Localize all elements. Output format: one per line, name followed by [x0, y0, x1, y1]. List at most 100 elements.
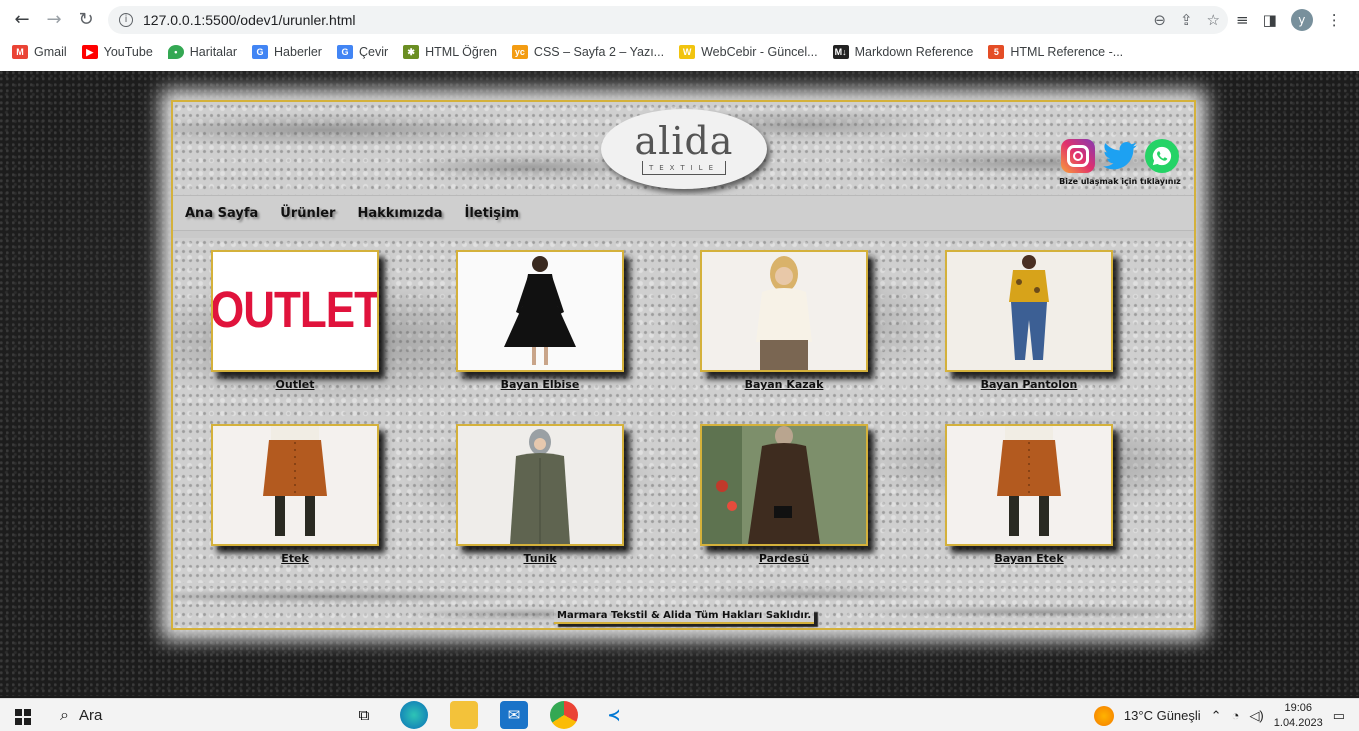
back-arrow-icon[interactable]: ←	[6, 3, 38, 35]
product-link-bayan-elbise[interactable]: Bayan Elbise	[501, 378, 580, 391]
social-caption: Bize ulaşmak için tıklayınız	[1059, 177, 1181, 186]
clock-time: 19:06	[1284, 701, 1312, 714]
site-footer: Marmara Tekstil & Alida Tüm Hakları Sakl…	[173, 583, 1194, 628]
product-card-bayan-elbise[interactable]: Bayan Elbise	[456, 250, 624, 392]
product-link-bayan-pantolon[interactable]: Bayan Pantolon	[981, 378, 1078, 391]
product-link-bayan-kazak[interactable]: Bayan Kazak	[745, 378, 824, 391]
taskbar-search-label: Ara	[78, 707, 103, 724]
bookmark-markdown[interactable]: M↓ Markdown Reference	[832, 45, 973, 59]
product-card-bayan-pantolon[interactable]: Bayan Pantolon	[945, 250, 1113, 392]
browser-chrome: ← → ↻ i 127.0.0.1:5500/odev1/urunler.htm…	[0, 0, 1359, 71]
twitter-icon[interactable]	[1103, 139, 1137, 173]
product-link-bayan-etek[interactable]: Bayan Etek	[994, 552, 1063, 565]
url-text[interactable]: 127.0.0.1:5500/odev1/urunler.html	[143, 12, 356, 28]
product-image-tunik[interactable]	[456, 424, 624, 546]
product-image-bayan-etek[interactable]	[945, 424, 1113, 546]
markdown-icon: M↓	[832, 45, 849, 59]
address-bar[interactable]: i 127.0.0.1:5500/odev1/urunler.html ⊖ ⇪ …	[108, 6, 1228, 34]
cream-sweater-image	[702, 252, 866, 370]
taskbar-apps: ⧉ ✉ ≺	[350, 701, 628, 729]
logo-subtitle: TEXTILE	[641, 161, 727, 175]
nav-link-hakkimizda[interactable]: Hakkımızda	[357, 206, 442, 221]
nav-link-iletisim[interactable]: İletişim	[464, 206, 519, 221]
clock[interactable]: 19:06 1.04.2023	[1274, 701, 1323, 731]
bookmark-news[interactable]: G Haberler	[252, 45, 322, 59]
bookmark-maps[interactable]: • Haritalar	[167, 45, 237, 59]
bookmark-youtube[interactable]: ▶ YouTube	[81, 45, 153, 59]
windows-taskbar: ⌕ Ara ⧉ ✉ ≺ 13°C Güneşli ⌃ ◔ ◁) 19:06 1.…	[0, 698, 1359, 731]
product-link-outlet[interactable]: Outlet	[276, 378, 315, 391]
product-image-etek[interactable]	[211, 424, 379, 546]
site-header: alida TEXTILE Bize ulaşmak için tıklayın…	[173, 102, 1194, 195]
taskbar-search[interactable]: ⌕ Ara	[60, 699, 102, 731]
instagram-icon[interactable]	[1061, 139, 1095, 173]
clock-date: 1.04.2023	[1273, 716, 1323, 729]
tray-chevron-icon[interactable]: ⌃	[1211, 708, 1222, 724]
whatsapp-icon[interactable]	[1145, 139, 1179, 173]
menu-kebab-icon[interactable]: ⋮	[1327, 11, 1342, 29]
weather-sun-icon	[1093, 705, 1114, 726]
product-card-pardesu[interactable]: Pardesü	[700, 424, 868, 566]
blue-jeans-image	[947, 252, 1111, 370]
black-dress-image	[458, 252, 622, 370]
volume-icon[interactable]: ◁)	[1249, 708, 1263, 724]
bookmark-html-ogren[interactable]: ✱ HTML Öğren	[403, 45, 497, 59]
bookmark-html-reference[interactable]: 5 HTML Reference -...	[988, 45, 1123, 59]
main-nav: Ana Sayfa Ürünler Hakkımızda İletişim	[173, 195, 1194, 231]
edge-icon[interactable]	[400, 701, 428, 729]
product-grid: OUTLET Outlet Bayan Elbise Bayan Kazak B…	[173, 238, 1194, 583]
network-icon[interactable]: ◔	[1232, 708, 1240, 723]
product-card-outlet[interactable]: OUTLET Outlet	[211, 250, 379, 392]
bookmark-translate[interactable]: G Çevir	[336, 45, 388, 59]
chrome-icon[interactable]	[550, 701, 578, 729]
nav-link-urunler[interactable]: Ürünler	[280, 206, 335, 221]
bookmark-gmail[interactable]: M Gmail	[12, 45, 67, 59]
brown-coat-image	[702, 426, 866, 544]
profile-avatar[interactable]: y	[1290, 9, 1313, 31]
brown-skirt-image	[947, 426, 1111, 544]
bookmarks-bar: M Gmail ▶ YouTube • Haritalar G Haberler G Çe…	[0, 38, 1359, 66]
forward-arrow-icon[interactable]: →	[38, 3, 70, 35]
product-card-etek[interactable]: Etek	[211, 424, 379, 566]
product-image-pardesu[interactable]	[700, 424, 868, 546]
site-info-icon[interactable]: i	[119, 13, 133, 27]
product-card-tunik[interactable]: Tunik	[456, 424, 624, 566]
file-explorer-icon[interactable]	[450, 701, 478, 729]
brown-skirt-image	[213, 426, 377, 544]
weather-text[interactable]: 13°C Güneşli	[1124, 708, 1201, 723]
notification-icon[interactable]: ▭	[1333, 708, 1345, 724]
copyright-text: Marmara Tekstil & Alida Tüm Hakları Sakl…	[554, 609, 815, 624]
logo-wordmark: alida	[634, 119, 734, 163]
news-icon: G	[252, 45, 269, 59]
product-link-etek[interactable]: Etek	[281, 552, 309, 565]
mail-icon[interactable]: ✉	[500, 701, 528, 729]
windows-start-icon[interactable]	[15, 709, 31, 725]
youtube-icon: ▶	[81, 45, 98, 59]
brand-logo[interactable]: alida TEXTILE	[601, 109, 767, 189]
bookmark-css[interactable]: yc CSS – Sayfa 2 – Yazı...	[511, 45, 664, 59]
zoom-icon[interactable]: ⊖	[1153, 11, 1166, 29]
product-link-tunik[interactable]: Tunik	[523, 552, 556, 565]
reload-icon[interactable]: ↻	[70, 3, 102, 35]
html-ref-icon: 5	[988, 45, 1005, 59]
nav-link-ana-sayfa[interactable]: Ana Sayfa	[185, 206, 258, 221]
product-link-pardesu[interactable]: Pardesü	[759, 552, 809, 565]
w-icon: W	[679, 45, 696, 59]
bookmark-webcebir[interactable]: W WebCebir - Güncel...	[679, 45, 818, 59]
product-card-bayan-etek[interactable]: Bayan Etek	[945, 424, 1113, 566]
olive-tunic-image	[458, 426, 622, 544]
share-icon[interactable]: ⇪	[1180, 11, 1193, 29]
product-image-bayan-pantolon[interactable]	[945, 250, 1113, 372]
site-container: alida TEXTILE Bize ulaşmak için tıklayın…	[171, 100, 1196, 630]
product-image-bayan-kazak[interactable]	[700, 250, 868, 372]
product-card-bayan-kazak[interactable]: Bayan Kazak	[700, 250, 868, 392]
reading-list-icon[interactable]: ≡	[1236, 11, 1249, 29]
vscode-icon[interactable]: ≺	[600, 701, 628, 729]
side-panel-icon[interactable]: ◨	[1263, 11, 1277, 29]
bookmark-star-icon[interactable]: ☆	[1207, 11, 1220, 29]
ycss-icon: yc	[511, 45, 528, 59]
system-tray: 13°C Güneşli ⌃ ◔ ◁) 19:06 1.04.2023 ▭	[1093, 699, 1345, 731]
task-view-icon[interactable]: ⧉	[350, 701, 378, 729]
product-image-bayan-elbise[interactable]	[456, 250, 624, 372]
product-image-outlet[interactable]: OUTLET	[211, 250, 379, 372]
